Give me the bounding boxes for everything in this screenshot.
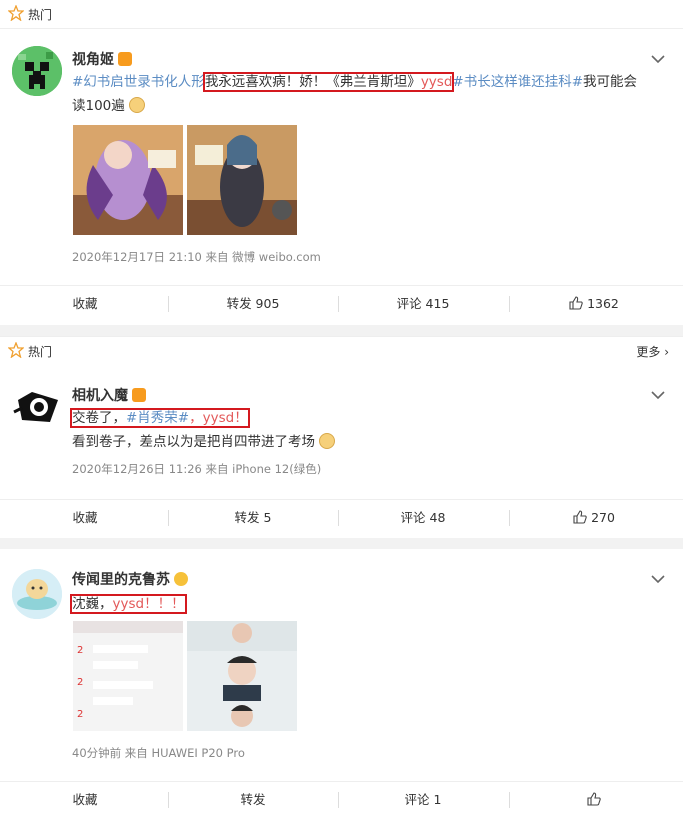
post-meta: 2020年12月17日 21:10 来自 微博 weibo.com [72,250,321,264]
hot-section-header-2: 热门 更多 › [0,336,683,366]
thumbs-up-icon [569,296,583,310]
svg-text:2: 2 [77,709,83,720]
chevron-down-icon[interactable] [651,54,665,64]
post-image[interactable] [187,621,297,731]
doge-emoji-icon [319,433,336,449]
camera-avatar-icon [13,392,58,422]
more-link[interactable]: 更多 › [636,343,669,360]
post-image[interactable] [73,125,183,235]
post-text: 交卷了，#肖秀荣#，yysd！ 看到卷子，差点以为是把肖四带进了考场 [70,406,672,454]
repost-button[interactable]: 转发 [168,782,338,818]
comment-button[interactable]: 评论 415 [338,286,508,322]
hot-label: 热门 [28,345,53,359]
post-meta: 40分钟前 来自 HUAWEI P20 Pro [72,746,245,760]
avatar[interactable] [12,382,62,432]
username[interactable]: 相机入魔 [72,385,146,405]
vip-crown-icon [174,572,188,586]
post-meta: 2020年12月26日 11:26 来自 iPhone 12(绿色) [72,462,322,476]
doge-emoji-icon [129,97,146,113]
avatar[interactable] [12,46,62,96]
action-bar: 收藏 转发 评论 1 [0,781,683,818]
chevron-down-icon[interactable] [651,390,665,400]
star-icon [8,5,24,21]
post-image[interactable] [187,125,297,235]
favorite-button[interactable]: 收藏 [0,500,170,536]
comment-button[interactable]: 评论 48 [338,500,508,536]
hot-label: 热门 [28,8,53,22]
like-button[interactable] [509,782,679,818]
action-bar: 收藏 转发 5 评论 48 270 [0,499,683,536]
like-button[interactable]: 270 [509,500,679,536]
svg-text:2: 2 [77,645,83,656]
favorite-button[interactable]: 收藏 [0,286,170,322]
post-card-2: 相机入魔 交卷了，#肖秀荣#，yysd！ 看到卷子，差点以为是把肖四带进了考场 … [0,365,683,538]
cartoon-avatar-icon [12,569,62,619]
highlighted-text: 交卷了，#肖秀荣#，yysd！ [70,408,250,428]
favorite-button[interactable]: 收藏 [0,782,170,818]
action-bar: 收藏 转发 905 评论 415 1362 [0,285,683,322]
like-button[interactable]: 1362 [509,286,679,322]
avatar[interactable] [12,569,62,619]
svg-text:2: 2 [77,677,83,688]
highlighted-text: 我永远喜欢病！娇！《弗兰肯斯坦》yysd [202,72,455,92]
topic-link[interactable]: #幻书启世录书化人形 [72,74,205,90]
thumbs-up-icon [573,510,587,524]
repost-button[interactable]: 转发 5 [168,500,338,536]
username[interactable]: 传闻里的克鲁苏 [72,569,188,589]
post-image[interactable]: 2 2 2 [73,621,183,731]
star-icon [8,342,24,358]
creeper-avatar-icon [12,46,62,96]
post-text: #幻书启世录书化人形我永远喜欢病！娇！《弗兰肯斯坦》yysd#书长这样谁还挂科#… [72,72,638,114]
username[interactable]: 视角姬 [72,49,132,69]
highlighted-text: 沈巍，yysd！！！ [70,594,187,614]
post-card-1: 视角姬 #幻书启世录书化人形我永远喜欢病！娇！《弗兰肯斯坦》yysd#书长这样谁… [0,29,683,325]
verified-badge-icon [118,52,132,66]
post-text: 沈巍，yysd！！！ [70,592,672,616]
topic-link[interactable]: #书长这样谁还挂科# [452,74,583,90]
thumbs-up-icon [587,792,601,806]
chevron-down-icon[interactable] [651,574,665,584]
repost-button[interactable]: 转发 905 [168,286,338,322]
verified-badge-icon [132,388,146,402]
hot-section-header-1: 热门 [0,0,683,29]
post-card-3: 传闻里的克鲁苏 沈巍，yysd！！！ 2 2 2 40分钟前 来自 HUAWEI… [0,549,683,820]
comment-button[interactable]: 评论 1 [338,782,508,818]
